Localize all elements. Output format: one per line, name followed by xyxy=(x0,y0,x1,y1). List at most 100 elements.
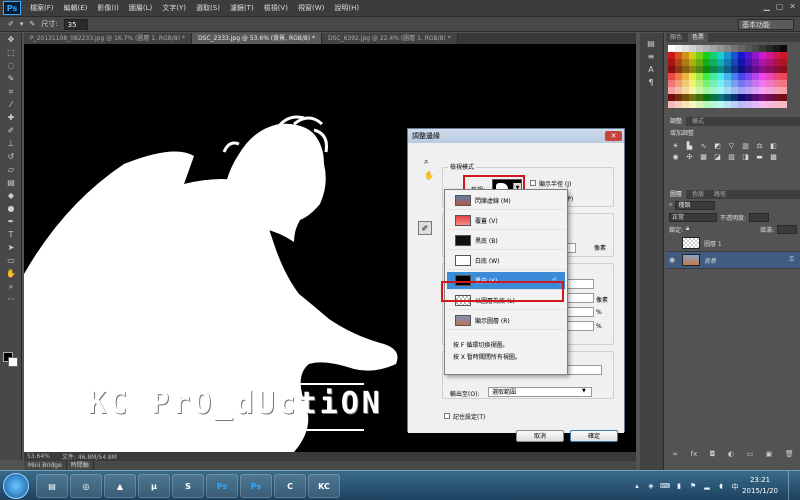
shape-tool-icon[interactable]: ▭ xyxy=(0,254,22,267)
maximize-icon[interactable]: ▢ xyxy=(776,2,784,11)
color-swatch[interactable] xyxy=(668,59,675,66)
color-swatch[interactable] xyxy=(766,101,773,108)
color-swatch[interactable] xyxy=(703,45,710,52)
color-swatch[interactable] xyxy=(668,52,675,59)
color-swatch[interactable] xyxy=(682,52,689,59)
healing-tool-icon[interactable]: ✚ xyxy=(0,111,22,124)
color-swatch[interactable] xyxy=(696,80,703,87)
vlc-icon[interactable]: ▲ xyxy=(104,474,136,498)
color-swatch[interactable] xyxy=(766,52,773,59)
menu-select[interactable]: 選取(S) xyxy=(191,3,225,13)
menu-layer[interactable]: 圖層(L) xyxy=(124,3,157,13)
color-swatch[interactable] xyxy=(710,80,717,87)
dropdown-item-on-white[interactable]: 白底 (W) xyxy=(447,252,565,270)
marquee-tool-icon[interactable]: ⬚ xyxy=(0,46,22,59)
color-swatch[interactable] xyxy=(745,87,752,94)
dropdown-item-overlay[interactable]: 覆蓋 (V) xyxy=(447,212,565,230)
blend-mode-select[interactable]: 正常 xyxy=(669,212,717,222)
color-swatch[interactable] xyxy=(668,101,675,108)
color-swatch[interactable] xyxy=(731,87,738,94)
shift-edge-input[interactable] xyxy=(564,321,594,331)
color-swatch[interactable] xyxy=(731,59,738,66)
color-swatch[interactable] xyxy=(759,87,766,94)
exposure-icon[interactable]: ◩ xyxy=(712,142,723,151)
color-swatch[interactable] xyxy=(703,87,710,94)
eyedropper-tool-icon[interactable]: ⁄ xyxy=(0,98,22,111)
color-swatch[interactable] xyxy=(717,66,724,73)
color-swatch[interactable] xyxy=(717,52,724,59)
gradient-tool-icon[interactable]: ▤ xyxy=(0,176,22,189)
color-swatch[interactable] xyxy=(668,87,675,94)
color-swatch[interactable] xyxy=(738,66,745,73)
color-swatch[interactable] xyxy=(682,59,689,66)
threshold-icon[interactable]: ◨ xyxy=(740,153,751,162)
color-swatch[interactable] xyxy=(738,101,745,108)
color-swatch[interactable] xyxy=(766,59,773,66)
color-swatch[interactable] xyxy=(773,94,780,101)
color-swatch[interactable] xyxy=(759,45,766,52)
vibrance-icon[interactable]: ▽ xyxy=(726,142,737,151)
tab-layers[interactable]: 圖層 xyxy=(666,190,687,199)
color-swatch[interactable] xyxy=(780,73,787,80)
color-swatch[interactable] xyxy=(766,94,773,101)
color-swatch[interactable] xyxy=(689,66,696,73)
color-swatch[interactable] xyxy=(696,66,703,73)
timeline-tab[interactable]: 時間軸 xyxy=(67,461,94,470)
tab-paths[interactable]: 路徑 xyxy=(710,190,730,199)
move-tool-icon[interactable]: ✥ xyxy=(0,33,22,46)
color-swatch[interactable] xyxy=(766,80,773,87)
color-swatch[interactable] xyxy=(738,87,745,94)
tab-swatches[interactable]: 色票 xyxy=(688,33,709,42)
tray-flag-icon[interactable]: ⚑ xyxy=(688,482,698,491)
eye-icon[interactable]: ◉ xyxy=(669,256,678,264)
tray-app-icon[interactable]: ◈ xyxy=(646,482,656,491)
menu-image[interactable]: 影像(I) xyxy=(92,3,124,13)
paragraph-panel-icon[interactable]: ¶ xyxy=(640,76,662,89)
color-swatch[interactable] xyxy=(752,80,759,87)
color-swatch[interactable] xyxy=(675,80,682,87)
color-swatch[interactable] xyxy=(675,73,682,80)
smooth-input[interactable] xyxy=(564,279,594,289)
color-swatch[interactable] xyxy=(780,59,787,66)
trash-icon[interactable]: 🗑︎ xyxy=(785,450,794,458)
color-swatch[interactable] xyxy=(675,87,682,94)
properties-panel-icon[interactable]: ≡ xyxy=(640,50,662,63)
system-clock[interactable]: 23:21 2015/1/20 xyxy=(742,475,778,497)
color-swatch[interactable] xyxy=(668,94,675,101)
mask-icon[interactable]: ◘ xyxy=(710,450,716,458)
color-swatch[interactable] xyxy=(773,87,780,94)
color-swatch[interactable] xyxy=(682,94,689,101)
refine-radius-tool-icon[interactable]: ✐ xyxy=(418,221,432,235)
dropdown-item-marching-ants[interactable]: 閃爍虛線 (M) xyxy=(447,192,565,210)
color-swatch[interactable] xyxy=(745,66,752,73)
color-swatch[interactable] xyxy=(745,59,752,66)
color-swatch[interactable] xyxy=(745,73,752,80)
color-swatch[interactable] xyxy=(780,94,787,101)
helper-app-icon[interactable]: C xyxy=(274,474,306,498)
chrome-icon[interactable]: ◎ xyxy=(70,474,102,498)
color-swatch[interactable] xyxy=(759,80,766,87)
feather-input[interactable] xyxy=(564,293,594,303)
color-swatch[interactable] xyxy=(752,73,759,80)
color-swatch[interactable] xyxy=(780,52,787,59)
new-layer-icon[interactable]: ▣ xyxy=(766,450,773,458)
photoshop-window-icon[interactable]: Ps xyxy=(240,474,272,498)
color-swatch[interactable] xyxy=(724,52,731,59)
color-swatch[interactable] xyxy=(724,73,731,80)
more-tools-icon[interactable]: ··· xyxy=(0,293,22,306)
color-swatch[interactable] xyxy=(675,94,682,101)
color-swatch[interactable] xyxy=(752,52,759,59)
zoom-tool-icon[interactable]: ⌕ xyxy=(0,280,22,293)
menu-type[interactable]: 文字(Y) xyxy=(157,3,191,13)
color-swatch[interactable] xyxy=(689,73,696,80)
menu-view[interactable]: 檢視(V) xyxy=(259,3,293,13)
color-swatch[interactable] xyxy=(759,94,766,101)
dropdown-item-reveal-layer[interactable]: 顯示圖層 (R) xyxy=(447,312,565,330)
color-swatch[interactable] xyxy=(759,59,766,66)
brush-tool-icon[interactable]: ✐ xyxy=(0,124,22,137)
chevron-down-icon[interactable]: ▼ xyxy=(582,388,586,394)
hand-tool-icon[interactable]: ✋ xyxy=(0,267,22,280)
color-swatch[interactable] xyxy=(710,94,717,101)
color-swatch[interactable] xyxy=(731,80,738,87)
color-swatch[interactable] xyxy=(745,80,752,87)
